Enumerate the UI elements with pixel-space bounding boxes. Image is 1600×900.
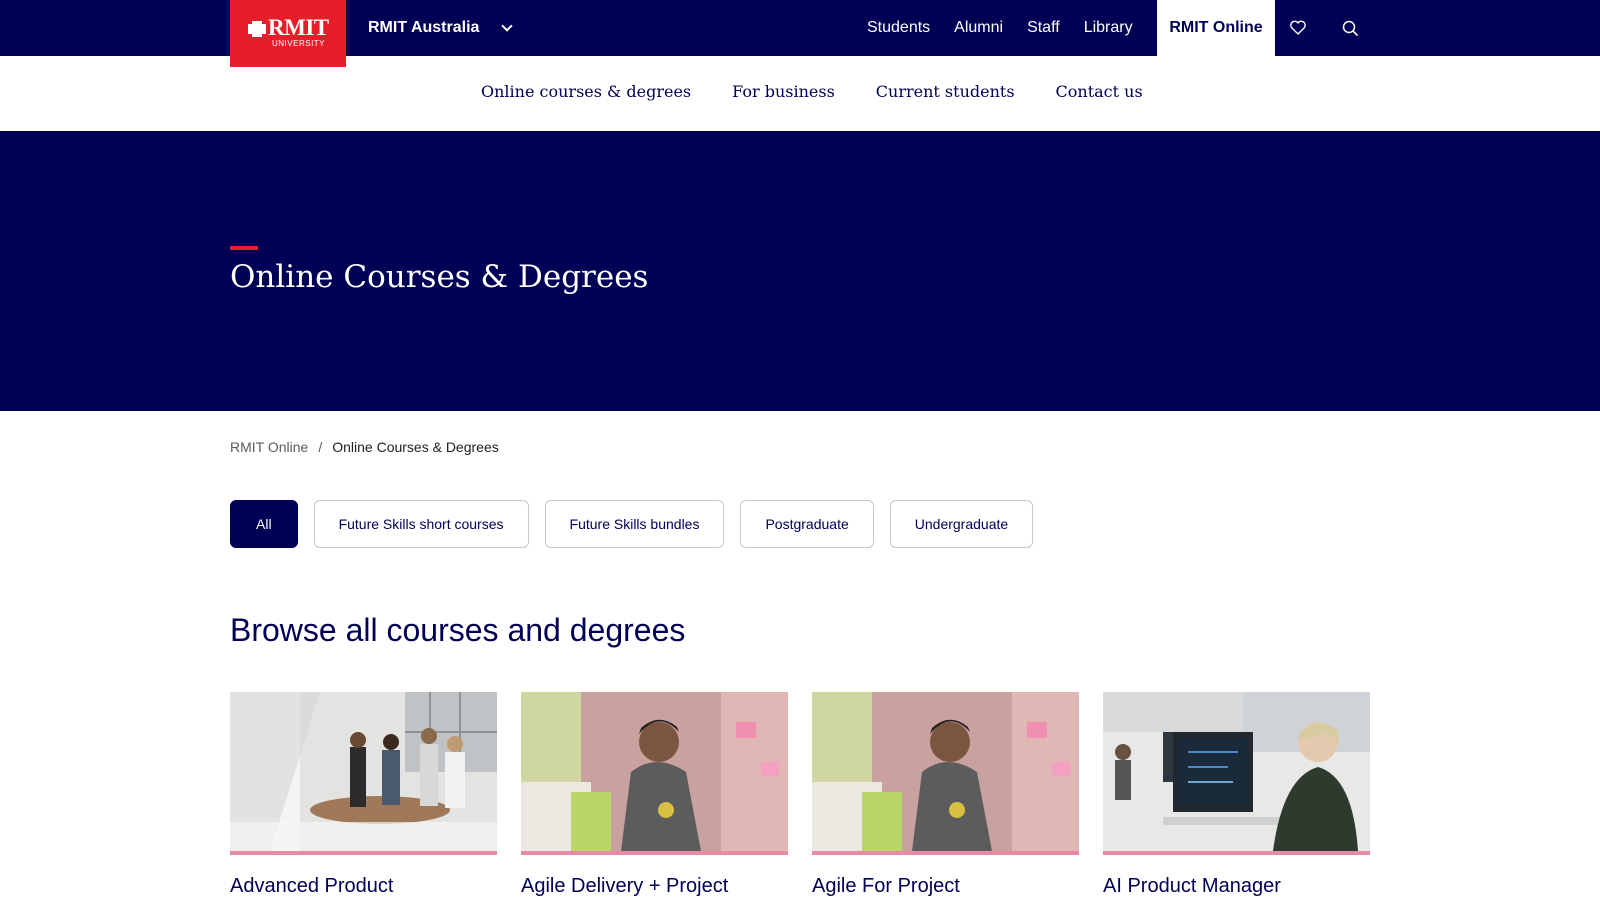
section-title: Browse all courses and degrees [230,612,686,648]
course-filter-tabs: All Future Skills short courses Future S… [230,500,1049,548]
utility-link-students[interactable]: Students [867,19,930,37]
filter-postgraduate[interactable]: Postgraduate [740,500,874,548]
utility-link-rmit-online[interactable]: RMIT Online [1157,0,1275,56]
course-card-list: Advanced Product Management Agile Delive… [230,692,1394,900]
course-card-accent [230,851,497,855]
course-card-accent [812,851,1079,855]
course-card[interactable]: Agile Delivery + Project Management [521,692,788,900]
page-title: Online Courses & Degrees [230,259,649,295]
course-card-title: Agile Delivery + Project Management [521,875,729,897]
site-switcher-label: RMIT Australia [368,19,480,36]
course-card-title: Agile For Project Management [812,875,960,897]
course-card-image [521,692,788,851]
utility-link-alumni[interactable]: Alumni [954,19,1003,37]
hero-banner: Online Courses & Degrees [0,131,1600,411]
course-card-image [812,692,1079,851]
nav-current-students[interactable]: Current students [876,82,1015,101]
utility-nav: Students Alumni Staff Library [867,0,1157,56]
search-icon[interactable] [1338,16,1362,40]
nav-online-courses[interactable]: Online courses & degrees [481,82,691,101]
filter-undergraduate[interactable]: Undergraduate [889,500,1034,548]
nav-contact-us[interactable]: Contact us [1056,82,1143,101]
filter-all[interactable]: All [230,500,298,548]
course-card-image [230,692,497,851]
rmit-logo[interactable]: RMIT UNIVERSITY [230,0,346,67]
course-card-image [1103,692,1370,851]
chevron-down-icon [501,19,514,32]
heart-icon[interactable] [1286,16,1310,40]
course-card-accent [1103,851,1370,855]
course-card[interactable]: AI Product Manager [1103,692,1370,900]
filter-future-skills-bundles[interactable]: Future Skills bundles [544,500,725,548]
hero-accent-line [230,246,258,250]
course-card-title: Advanced Product Management [230,875,394,897]
rmit-pixel-mark-icon [248,21,266,37]
course-card-accent [521,851,788,855]
breadcrumb-current: Online Courses & Degrees [332,439,499,455]
course-card[interactable]: Agile For Project Management [812,692,1079,900]
nav-for-business[interactable]: For business [732,82,835,101]
utility-link-library[interactable]: Library [1084,19,1133,37]
logo-wordmark: RMIT [268,15,329,40]
utility-link-staff[interactable]: Staff [1027,19,1060,37]
course-card[interactable]: Advanced Product Management [230,692,497,900]
course-card-title: AI Product Manager [1103,875,1281,897]
site-switcher[interactable]: RMIT Australia [368,0,514,56]
main-nav: Online courses & degrees For business Cu… [0,56,1600,131]
breadcrumb-link-rmit-online[interactable]: RMIT Online [230,439,308,455]
breadcrumb-separator: / [318,439,323,455]
logo-subtext: UNIVERSITY [272,39,326,48]
breadcrumb: RMIT Online / Online Courses & Degrees [230,439,499,455]
filter-future-skills-short-courses[interactable]: Future Skills short courses [313,500,529,548]
